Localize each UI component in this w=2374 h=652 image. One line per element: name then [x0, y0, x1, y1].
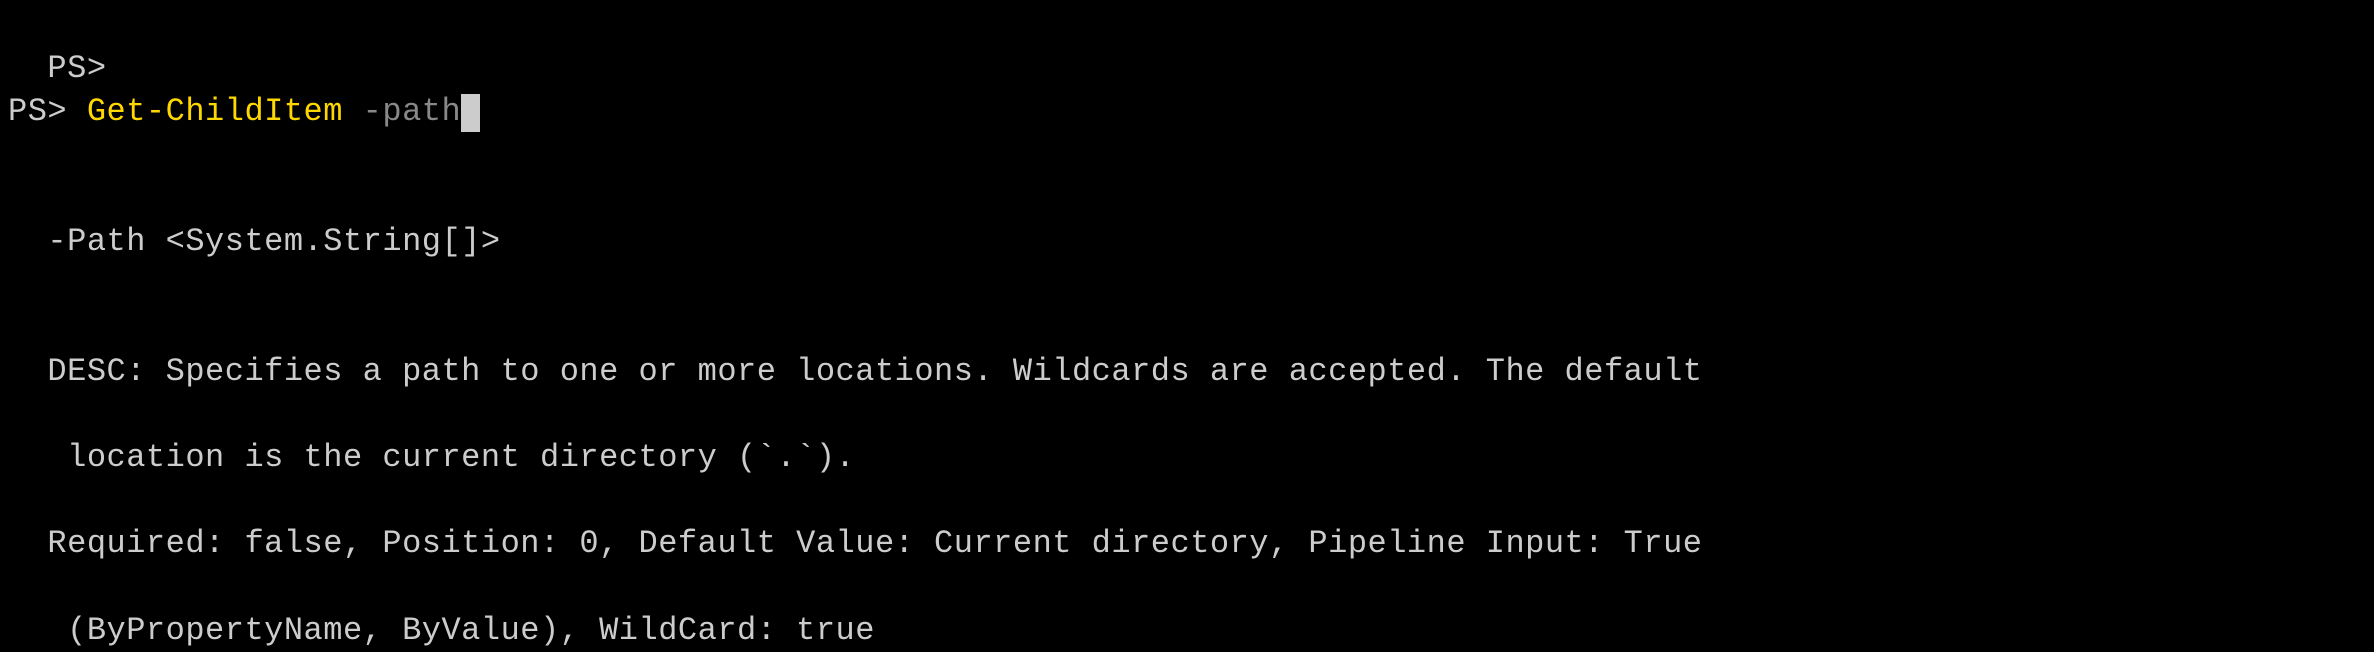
- req-text: (ByPropertyName, ByValue), WildCard: tru…: [47, 612, 875, 649]
- help-required-line-2: (ByPropertyName, ByValue), WildCard: tru…: [8, 565, 2366, 651]
- prompt-text: PS>: [47, 50, 106, 87]
- help-required-line-1: Required: false, Position: 0, Default Va…: [8, 479, 2366, 565]
- space: [343, 93, 363, 130]
- cursor-icon: [461, 94, 480, 132]
- signature-text: -Path <System.String[]>: [47, 223, 500, 260]
- cmdlet-name: Get-ChildItem: [87, 93, 343, 130]
- req-text: Required: false, Position: 0, Default Va…: [47, 525, 1702, 562]
- desc-text: location is the current directory (`.`).: [47, 439, 855, 476]
- help-signature: -Path <System.String[]>: [8, 177, 2366, 263]
- help-description-line-1: DESC: Specifies a path to one or more lo…: [8, 306, 2366, 392]
- blank-line: [8, 134, 2366, 177]
- blank-line: [8, 263, 2366, 306]
- terminal-line-2[interactable]: PS> Get-ChildItem -path: [8, 90, 2366, 133]
- terminal-line-1[interactable]: PS>: [8, 4, 2366, 90]
- help-description-line-2: location is the current directory (`.`).: [8, 393, 2366, 479]
- parameter-name: -path: [363, 93, 462, 130]
- desc-text: DESC: Specifies a path to one or more lo…: [47, 353, 1702, 390]
- prompt-text: PS>: [8, 93, 87, 130]
